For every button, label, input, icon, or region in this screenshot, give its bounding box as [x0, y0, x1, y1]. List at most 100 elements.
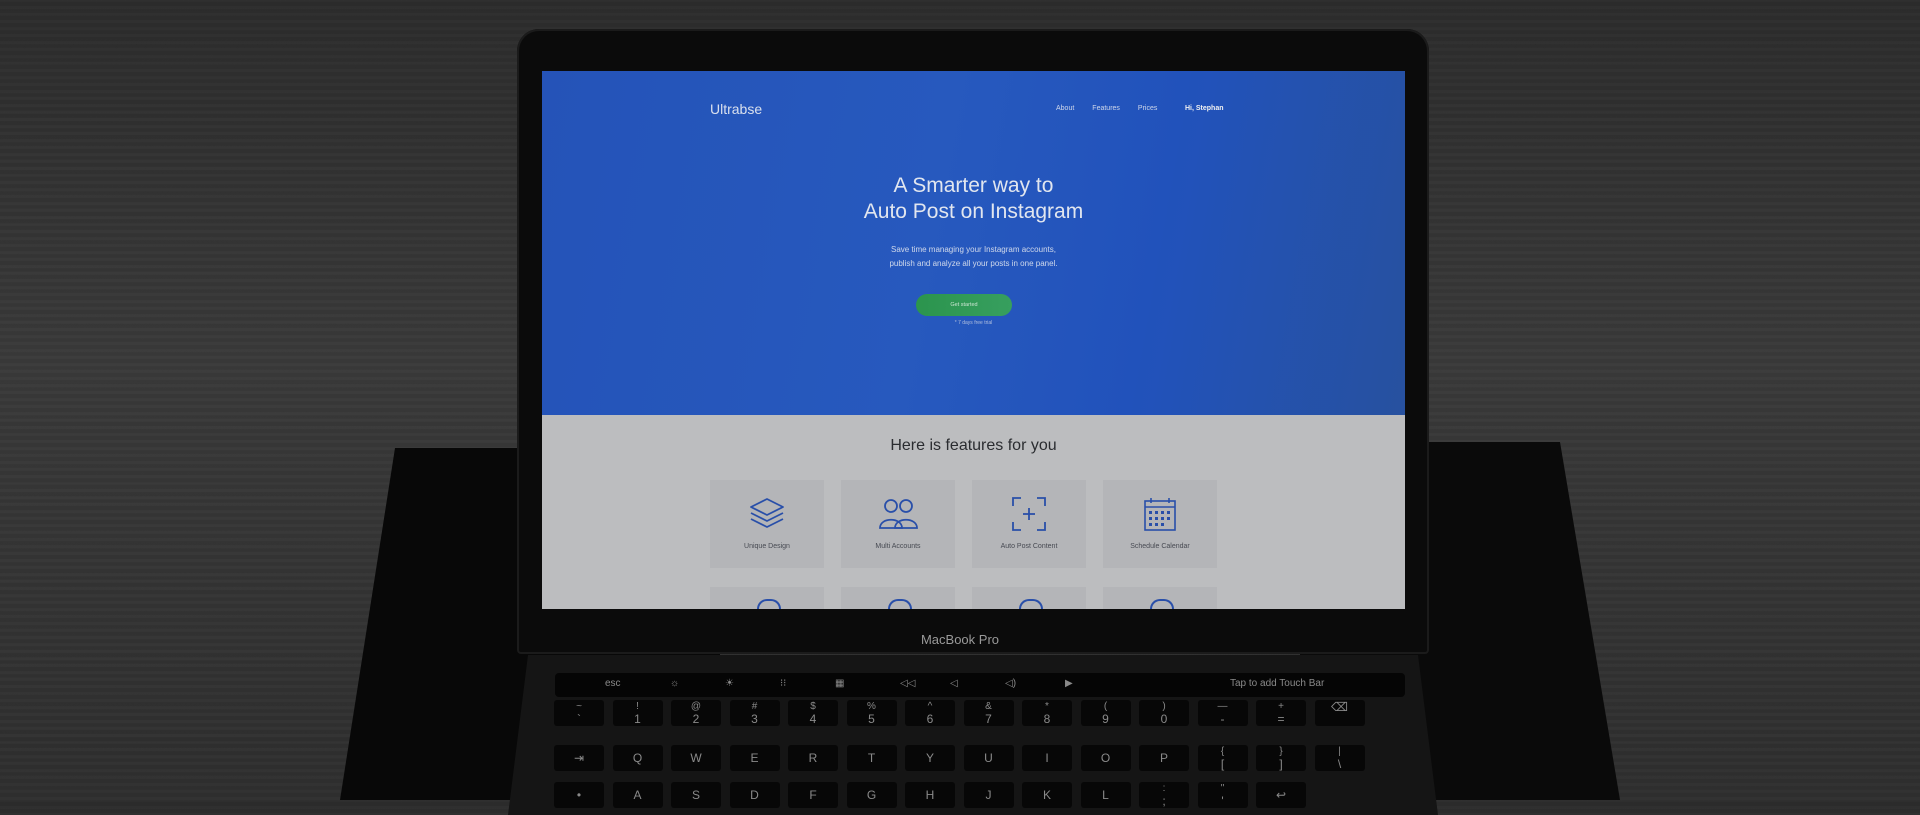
feature-card-partial[interactable]	[841, 587, 955, 609]
key-symbol: -	[1220, 712, 1225, 726]
user-greeting[interactable]: Hi, Stephan	[1185, 105, 1224, 112]
feature-card-multi-accounts[interactable]: Multi Accounts	[841, 480, 955, 568]
key-symbol: '	[1221, 794, 1224, 808]
feature-card-auto-post-content[interactable]: Auto Post Content	[972, 480, 1086, 568]
keyboard-key[interactable]: ⌫	[1314, 700, 1365, 726]
hero-title-line-1: A Smarter way to	[893, 174, 1054, 197]
keyboard-key[interactable]: W	[671, 745, 721, 771]
keyboard-key[interactable]: U	[963, 745, 1014, 771]
feature-card-label: Unique Design	[744, 543, 790, 550]
touchbar-item[interactable]: ◁	[950, 678, 958, 689]
touchbar-item[interactable]: ▦	[835, 678, 844, 689]
keyboard-key[interactable]: L	[1080, 782, 1131, 808]
keyboard-key[interactable]: A	[612, 782, 663, 808]
keyboard-key[interactable]: }]	[1256, 745, 1306, 771]
touchbar-item[interactable]: Tap to add Touch Bar	[1230, 678, 1324, 689]
touchbar-item[interactable]: ◁◁	[900, 678, 915, 689]
touchbar-item[interactable]: ☀	[725, 678, 734, 689]
key-symbol: 0	[1160, 712, 1168, 726]
keyboard-key[interactable]: & 7	[963, 700, 1014, 726]
key-symbol: 2	[692, 712, 700, 726]
hero-subtitle-line-1: Save time managing your Instagram accoun…	[891, 245, 1056, 254]
touchbar-item[interactable]: esc	[605, 678, 621, 689]
hero-subtitle: Save time managing your Instagram accoun…	[542, 243, 1405, 271]
keyboard-key[interactable]: E	[729, 745, 780, 771]
keyboard-key[interactable]: J	[963, 782, 1014, 808]
touchbar-item[interactable]: ☼	[670, 678, 679, 689]
keyboard-key[interactable]: (9	[1080, 700, 1131, 726]
nav-link-prices[interactable]: Prices	[1138, 105, 1157, 112]
users-icon	[879, 499, 918, 529]
keyboard-key[interactable]: K	[1022, 782, 1072, 808]
key-symbol: ;	[1162, 794, 1166, 808]
keyboard-key[interactable]: G	[846, 782, 897, 808]
keyboard-key[interactable]: F	[788, 782, 838, 808]
touchbar-item[interactable]: ◁)	[1005, 678, 1016, 689]
feature-card-schedule-calendar[interactable]: Schedule Calendar	[1103, 480, 1217, 568]
calendar-icon	[1144, 498, 1176, 531]
keyboard-key[interactable]: ~ `	[554, 700, 604, 726]
keyboard-key[interactable]: T	[846, 745, 897, 771]
keyboard-key[interactable]: * 8	[1022, 700, 1072, 726]
top-nav: About Features Prices	[1056, 105, 1175, 112]
layers-icon	[750, 498, 784, 528]
partial-icon	[888, 599, 912, 609]
feature-card-partial[interactable]	[1103, 587, 1217, 609]
key-symbol: 7	[985, 712, 992, 726]
trial-note: * 7 days free trial	[954, 320, 993, 326]
keyboard-key[interactable]: Y	[905, 745, 955, 771]
keyboard-key[interactable]: •	[554, 782, 604, 808]
keyboard-key[interactable]: P	[1139, 745, 1189, 771]
partial-icon	[1019, 599, 1043, 609]
keyboard-key[interactable]: {[	[1197, 745, 1248, 771]
keyboard-key[interactable]: ⇥	[554, 745, 604, 771]
key-symbol: 1	[634, 712, 641, 726]
feature-card-label: Schedule Calendar	[1130, 543, 1190, 550]
keyboard-key[interactable]: Q	[612, 745, 663, 771]
touchbar-item[interactable]: ⁝⁝	[780, 678, 786, 689]
laptop-screen: Ultrabse About Features Prices Hi, Steph…	[542, 71, 1405, 609]
nav-link-about[interactable]: About	[1056, 105, 1074, 112]
keyboard-key[interactable]: ! 1	[612, 700, 663, 726]
nav-link-features[interactable]: Features	[1092, 105, 1120, 112]
focus-plus-icon	[1012, 497, 1046, 531]
keyboard-key[interactable]: I	[1022, 745, 1072, 771]
keyboard-key[interactable]: % 5	[846, 700, 897, 726]
key-symbol: =	[1277, 712, 1285, 726]
key-symbol: `	[577, 712, 581, 726]
feature-card-partial[interactable]	[972, 587, 1086, 609]
key-symbol: 4	[809, 712, 817, 726]
keyboard-key[interactable]: ^ 6	[905, 700, 955, 726]
site-logo[interactable]: Ultrabse	[710, 101, 762, 117]
partial-icon	[757, 599, 781, 609]
keyboard-key[interactable]: H	[905, 782, 955, 808]
macbook-model-label: MacBook Pro	[920, 632, 1000, 647]
keyboard-key[interactable]: S	[671, 782, 721, 808]
keyboard-key[interactable]: + =	[1256, 700, 1306, 726]
keyboard-key[interactable]: $4	[788, 700, 838, 726]
keyboard-key[interactable]: R	[788, 745, 838, 771]
touch-bar[interactable]: esc ☼ ☀ ⁝⁝ ▦ ◁◁ ◁ ◁) ▶ Tap to add Touch Bar	[555, 673, 1405, 697]
keyboard-key[interactable]: @2	[671, 700, 721, 726]
feature-card-partial[interactable]	[710, 587, 824, 609]
keyboard-key[interactable]: ↩	[1256, 782, 1306, 808]
key-symbol: ]	[1279, 757, 1283, 771]
key-symbol: 9	[1102, 712, 1109, 726]
keyboard-key[interactable]: O	[1080, 745, 1131, 771]
key-symbol: ⌫	[1331, 700, 1348, 714]
keyboard-key[interactable]: — -	[1197, 700, 1248, 726]
keyboard-key[interactable]: | \	[1314, 745, 1365, 771]
keyboard-key[interactable]: :;	[1139, 782, 1189, 808]
keyboard-key[interactable]: D	[729, 782, 780, 808]
feature-card-unique-design[interactable]: Unique Design	[710, 480, 824, 568]
key-symbol: [	[1220, 757, 1225, 771]
touchbar-item[interactable]: ▶	[1065, 678, 1073, 689]
hero-title: A Smarter way to Auto Post on Instagram	[542, 173, 1405, 225]
hero-section: Ultrabse About Features Prices Hi, Steph…	[542, 71, 1405, 415]
feature-card-label: Multi Accounts	[875, 543, 921, 550]
keyboard-key[interactable]: ) 0	[1139, 700, 1189, 726]
keyboard-key[interactable]: " '	[1197, 782, 1248, 808]
keyboard-key[interactable]: #3	[729, 700, 780, 726]
features-section: Here is features for you Unique Design M…	[542, 415, 1405, 609]
get-started-button[interactable]: Get started	[916, 294, 1012, 316]
